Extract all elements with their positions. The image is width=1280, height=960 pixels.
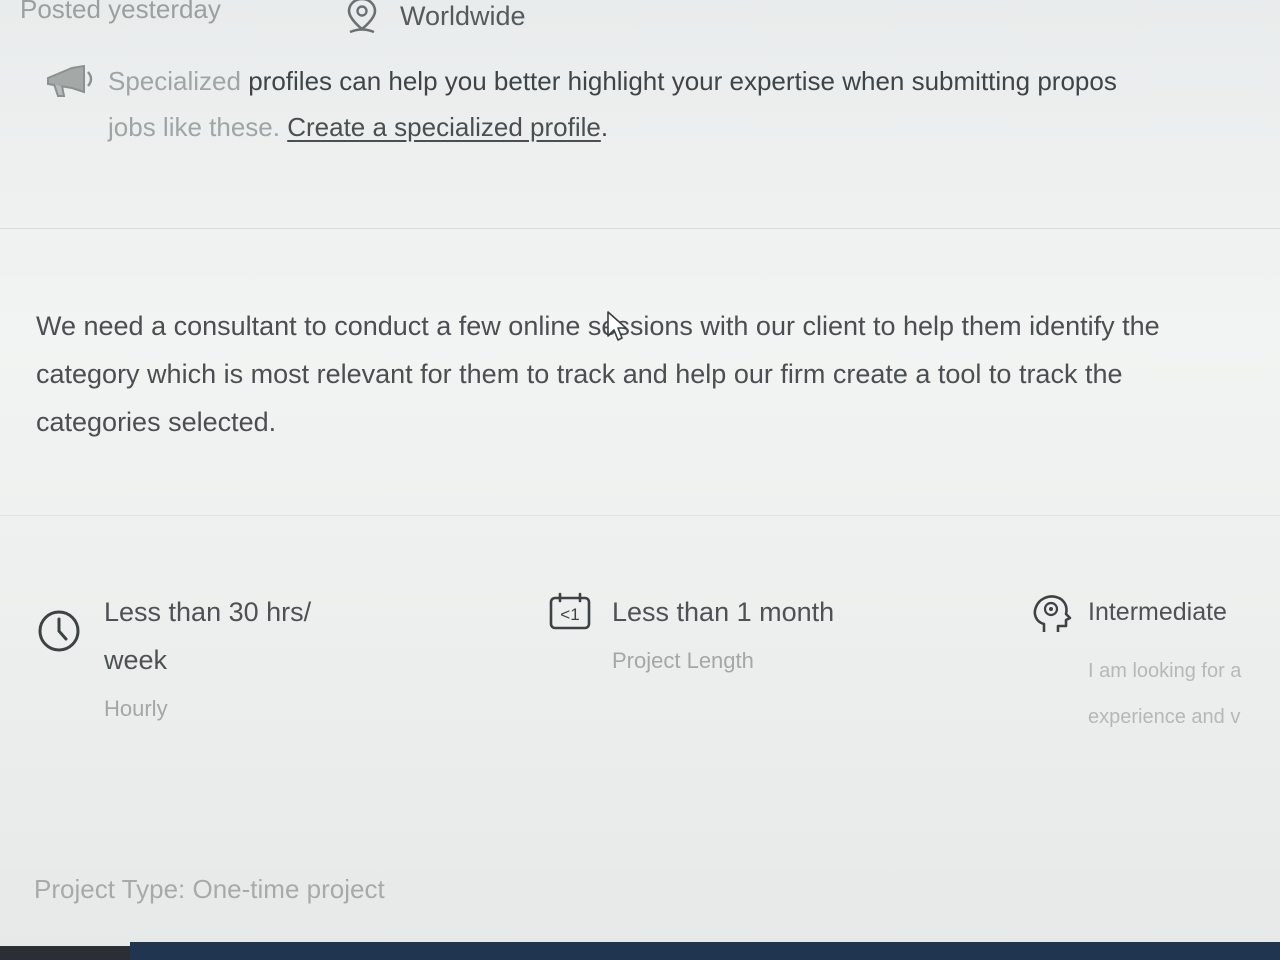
description-line: We need a consultant to conduct a few on… <box>36 311 1160 341</box>
taskbar <box>130 942 1280 960</box>
location-text: Worldwide <box>400 0 526 31</box>
experience-level-description: I am looking for a experience and v <box>1088 660 1242 728</box>
project-length-title: Less than 1 month <box>612 597 835 627</box>
notice-text-faded: Specialized <box>108 66 241 96</box>
calendar-icon: <1 <box>548 592 592 637</box>
section-divider <box>0 228 1280 229</box>
posted-date: Posted yesterday <box>20 0 221 24</box>
notice-period: . <box>600 112 609 142</box>
project-length-label: Project Length <box>612 648 754 673</box>
mouse-cursor-icon <box>606 310 628 347</box>
create-specialized-profile-link[interactable]: Create a specialized profile <box>287 112 601 142</box>
clock-icon <box>36 608 82 659</box>
project-type: Project Type: One-time project <box>34 874 385 904</box>
brain-icon <box>1030 592 1074 641</box>
map-pin-icon <box>344 0 380 36</box>
description-line: categories selected. <box>36 407 277 437</box>
job-description: We need a consultant to conduct a few on… <box>36 302 1280 446</box>
notice-text-line2: jobs like these. <box>108 112 288 142</box>
workload-type: Hourly <box>104 696 168 721</box>
megaphone-icon <box>44 62 96 107</box>
section-divider <box>0 515 1280 516</box>
workload-title: Less than 30 hrs/ week <box>104 597 312 675</box>
description-line: category which is most relevant for them… <box>36 359 1123 389</box>
location: Worldwide <box>344 0 526 36</box>
experience-level-title: Intermediate <box>1088 598 1227 626</box>
calendar-icon-label: <1 <box>560 605 579 624</box>
taskbar-start <box>0 946 130 960</box>
notice-text: profiles can help you better highlight y… <box>240 66 1117 96</box>
